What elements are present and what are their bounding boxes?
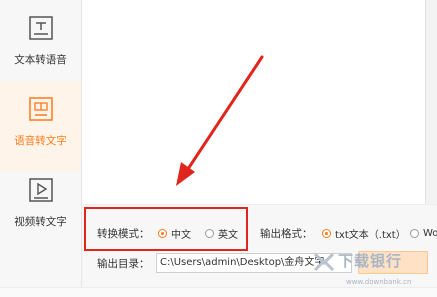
voice-to-text-icon: [28, 97, 53, 121]
highlight-box: [84, 207, 248, 251]
video-play-icon: [28, 178, 53, 202]
watermark-logo-icon: [313, 252, 335, 272]
sidebar-item-speech-to-text[interactable]: 语音转文字: [0, 81, 81, 171]
scrollbar[interactable]: [425, 0, 437, 215]
sidebar-item-video-to-text[interactable]: 视频转文字: [0, 162, 81, 252]
sidebar-item-label: 文本转语音: [14, 54, 67, 66]
sidebar-item-text-to-speech[interactable]: 文本转语音: [0, 0, 81, 90]
format-label: 输出格式：: [260, 227, 313, 240]
watermark-url: www.downbank.cn: [346, 278, 412, 286]
dir-label: 输出目录：: [97, 257, 150, 270]
text-doc-icon: [28, 16, 53, 40]
radio-format-txt[interactable]: txt文本（.txt）: [322, 222, 406, 244]
sidebar-item-label: 语音转文字: [14, 135, 67, 147]
sidebar-item-label: 视频转文字: [14, 216, 67, 228]
radio-format-txt-label: txt文本（.txt）: [335, 229, 406, 241]
radio-dot-selected-icon: [322, 228, 331, 238]
radio-format-word[interactable]: Wo: [410, 222, 437, 244]
format-row: 输出格式：: [260, 222, 313, 244]
radio-dot-icon: [410, 228, 419, 238]
radio-format-word-label: Wo: [423, 227, 437, 239]
dir-row: 输出目录：: [97, 252, 150, 274]
watermark-title: 下载银行: [338, 252, 403, 270]
watermark: 下载银行 www.downbank.cn: [308, 246, 437, 290]
sidebar: 文本转语音 语音转文字 视频转文字: [0, 0, 82, 296]
